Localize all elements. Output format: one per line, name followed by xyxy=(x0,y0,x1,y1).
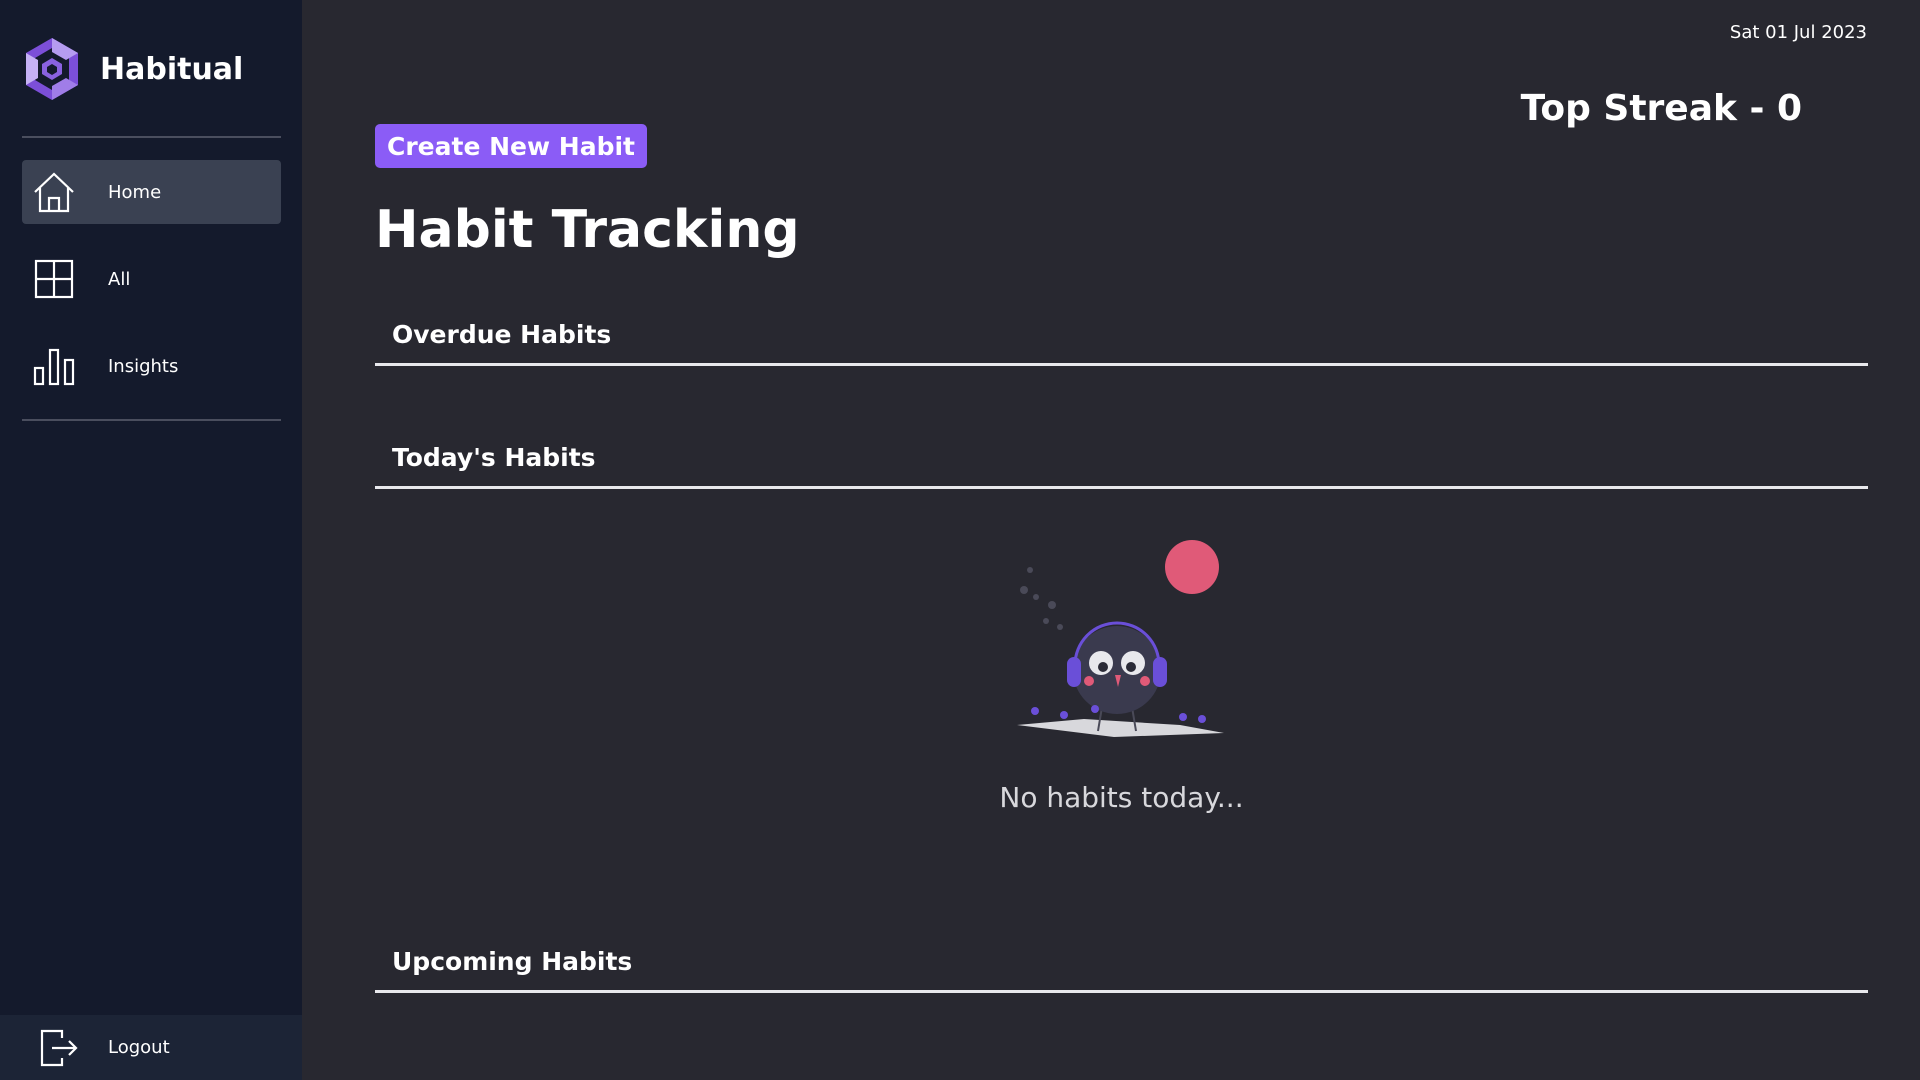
top-streak: Top Streak - 0 xyxy=(1520,88,1802,129)
brand[interactable]: Habitual xyxy=(22,36,243,102)
sidebar-item-label: Insights xyxy=(108,355,179,377)
sidebar-item-label: All xyxy=(108,268,131,290)
grid-icon xyxy=(32,257,76,301)
section-title: Upcoming Habits xyxy=(392,947,633,976)
bird-with-headphones-illustration xyxy=(1016,540,1224,737)
empty-state-text: No habits today... xyxy=(999,781,1244,814)
current-date: Sat 01 Jul 2023 xyxy=(1729,22,1867,43)
section-title: Today's Habits xyxy=(392,443,596,472)
habitual-logo-icon xyxy=(26,38,78,100)
logout-button[interactable]: Logout xyxy=(0,1015,302,1080)
sidebar-item-all[interactable]: All xyxy=(22,247,281,311)
overdue-habits-section: Overdue Habits xyxy=(375,320,1868,366)
sidebar-item-insights[interactable]: Insights xyxy=(22,334,281,398)
sidebar-divider xyxy=(22,419,281,421)
section-divider xyxy=(375,990,1868,993)
sidebar-item-home[interactable]: Home xyxy=(22,160,281,224)
page-title: Habit Tracking xyxy=(375,200,800,260)
home-icon xyxy=(32,170,76,214)
section-divider xyxy=(375,363,1868,366)
logout-label: Logout xyxy=(108,1037,170,1058)
app-name: Habitual xyxy=(100,51,244,87)
main-content: Sat 01 Jul 2023 Top Streak - 0 Create Ne… xyxy=(302,0,1920,1080)
section-title: Overdue Habits xyxy=(392,320,612,349)
sidebar-divider xyxy=(22,136,281,138)
todays-habits-section: Today's Habits xyxy=(375,443,1868,489)
bar-chart-icon xyxy=(32,344,76,388)
logout-icon xyxy=(36,1026,80,1070)
sidebar-item-label: Home xyxy=(108,181,162,203)
sidebar: Habitual Home All Insights Logout xyxy=(0,0,302,1080)
section-divider xyxy=(375,486,1868,489)
create-new-habit-button[interactable]: Create New Habit xyxy=(375,124,647,168)
upcoming-habits-section: Upcoming Habits xyxy=(375,947,1868,993)
empty-state: No habits today... xyxy=(375,535,1868,814)
